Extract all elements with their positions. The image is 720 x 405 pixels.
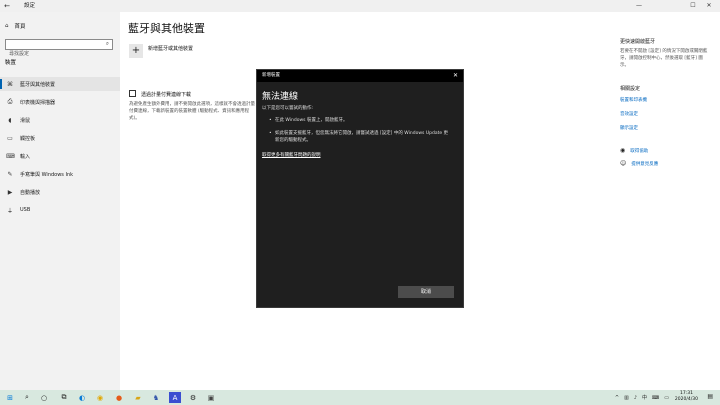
sidebar-item-touchpad[interactable]: ▭ 觸控板	[0, 131, 120, 145]
network-icon[interactable]: ▥	[624, 395, 629, 401]
clock-date: 2020/4/30	[674, 397, 698, 402]
sidebar-item-typing[interactable]: ⌨ 輸入	[0, 149, 120, 163]
autoplay-icon: ▶	[7, 188, 13, 196]
pen-icon: ✎	[7, 170, 13, 178]
sidebar-item-mouse[interactable]: ◖ 滑鼠	[0, 113, 120, 127]
app-icon[interactable]: ♞	[150, 392, 162, 403]
page-title: 藍牙與其他裝置	[128, 22, 205, 35]
sidebar-item-label: 印表機與掃描器	[20, 99, 56, 106]
add-device-label[interactable]: 新增藍牙或其他裝置	[148, 45, 193, 52]
keyboard-layout-icon[interactable]: ⌨	[652, 395, 659, 401]
sidebar-item-label: 觸控板	[20, 135, 36, 142]
sidebar-item-label: 手寫筆與 Windows Ink	[20, 171, 74, 178]
sidebar-item-label: 滑鼠	[20, 117, 31, 124]
chrome-icon[interactable]: ◉	[94, 392, 106, 403]
cancel-button[interactable]: 取消	[398, 286, 454, 298]
link-devices-printers[interactable]: 裝置和印表機	[620, 97, 710, 103]
quick-bluetooth-text: 若要在不開啟 [設定] 的情況下開啟或關閉藍牙，請開啟控制中心，然後選取 [藍牙…	[620, 49, 708, 68]
feedback-label: 提供意見反應	[631, 161, 659, 167]
taskbar: ⊞ ⌕ ○ ⧉ ◐ ◉ ● ▰ ♞ A ⚙ ▣ ^ ▥ ♪ 中 ⌨ ▭ 17:3…	[0, 390, 720, 405]
bluetooth-icon: ⌘	[7, 80, 13, 88]
close-window-button[interactable]: ✕	[698, 0, 720, 12]
back-arrow-icon[interactable]: ←	[2, 1, 12, 11]
sidebar-item-label: 藍牙與其他裝置	[20, 81, 56, 88]
taskbar-clock[interactable]: 17:31 2020/4/30	[675, 391, 698, 403]
dialog-help-link[interactable]: 取得更多有關藍牙問題的說明	[262, 152, 321, 158]
related-settings-title: 相關設定	[620, 86, 641, 92]
desktop: ← 設定 — ☐ ✕ ⌂ 首頁 ⌕ 裝置 ⌘ 藍牙與其他裝置 ⎙ 印表機與掃描器…	[0, 0, 720, 405]
link-display-settings[interactable]: 顯示設定	[620, 125, 710, 131]
sidebar-item-printers[interactable]: ⎙ 印表機與掃描器	[0, 95, 120, 109]
feedback-link[interactable]: ☺ 提供意見反應	[620, 160, 710, 167]
mouse-icon: ◖	[8, 116, 12, 124]
metered-checkbox[interactable]	[129, 90, 136, 97]
settings-gear-icon[interactable]: ⚙	[187, 392, 199, 403]
edge-icon[interactable]: ◐	[76, 392, 88, 403]
ime-icon[interactable]: 中	[642, 394, 647, 401]
sidebar-item-label: 自動播放	[20, 189, 41, 196]
minimize-button[interactable]: —	[628, 0, 650, 12]
task-view-icon[interactable]: ⧉	[58, 392, 70, 403]
touchpad-icon: ▭	[7, 134, 13, 142]
settings-search-box[interactable]: ⌕	[5, 39, 113, 59]
cortana-icon[interactable]: ○	[38, 392, 50, 403]
tray-chevron-icon[interactable]: ^	[615, 395, 619, 401]
firefox-icon[interactable]: ●	[113, 392, 125, 403]
dialog-suggestions: 在此 Windows 裝置上，開啟藍牙。 如此裝置支援藍牙，但您無法將它開啟，請…	[269, 117, 450, 150]
file-explorer-icon[interactable]: ▰	[132, 392, 144, 403]
settings-sidebar: ⌂ 首頁 ⌕ 裝置 ⌘ 藍牙與其他裝置 ⎙ 印表機與掃描器 ◖ 滑鼠 ▭ 觸控板…	[0, 12, 120, 390]
settings-search-input[interactable]	[6, 49, 98, 59]
remote-desktop-icon[interactable]: ▣	[205, 392, 217, 403]
add-device-button[interactable]: +	[129, 44, 143, 58]
window-titlebar: ← 設定 — ☐ ✕	[0, 0, 720, 12]
dialog-intro: 以下是您可以嘗試的動作:	[262, 106, 314, 111]
volume-icon[interactable]: ♪	[634, 395, 637, 401]
sidebar-item-autoplay[interactable]: ▶ 自動播放	[0, 185, 120, 199]
help-chat-icon: ◉	[620, 147, 626, 154]
link-sound-settings[interactable]: 音效設定	[620, 111, 710, 117]
dialog-titlebar: 新增裝置 ✕	[257, 70, 463, 82]
sidebar-item-label: USB	[20, 207, 31, 213]
dialog-heading: 無法連線	[262, 92, 299, 102]
feedback-icon: ☺	[620, 160, 627, 167]
home-icon: ⌂	[5, 23, 9, 29]
dialog-title: 新增裝置	[262, 73, 280, 78]
start-windows-icon[interactable]: ⊞	[4, 392, 16, 403]
metered-checkbox-label[interactable]: 透過計量付費連線下載	[141, 91, 191, 98]
get-help-label: 取得協助	[630, 148, 649, 154]
add-device-dialog: 新增裝置 ✕ 無法連線 以下是您可以嘗試的動作: 在此 Windows 裝置上，…	[257, 70, 463, 307]
sidebar-item-usb[interactable]: ⏚ USB	[0, 203, 120, 217]
usb-icon: ⏚	[6, 207, 13, 215]
keyboard-icon: ⌨	[6, 152, 15, 160]
related-pane: 更快速開啟藍牙 若要在不開啟 [設定] 的情況下開啟或關閉藍牙，請開啟控制中心，…	[620, 38, 710, 167]
search-icon[interactable]: ⌕	[106, 41, 109, 48]
sidebar-home[interactable]: ⌂ 首頁	[5, 22, 26, 30]
get-help-link[interactable]: ◉ 取得協助	[620, 147, 710, 154]
dialog-close-icon[interactable]: ✕	[453, 70, 458, 82]
window-title: 設定	[24, 3, 36, 9]
notification-icon[interactable]: ▤	[707, 393, 713, 400]
printer-icon: ⎙	[7, 98, 13, 105]
search-icon[interactable]: ⌕	[21, 392, 33, 403]
aiwen-app-icon[interactable]: A	[169, 392, 181, 403]
list-item: 如此裝置支援藍牙，但您無法將它開啟，請嘗試透過 [設定] 中的 Windows …	[269, 130, 450, 144]
battery-icon[interactable]: ▭	[664, 395, 669, 401]
quick-bluetooth-title: 更快速開啟藍牙	[620, 39, 656, 45]
sidebar-item-bluetooth[interactable]: ⌘ 藍牙與其他裝置	[0, 77, 120, 91]
metered-description: 為避免產生額外費用，請不要開啟此選項，這樣就不會透過計量付費連線，下載新裝置的裝…	[129, 102, 255, 121]
sidebar-section-label: 裝置	[5, 60, 17, 66]
list-item: 在此 Windows 裝置上，開啟藍牙。	[269, 117, 450, 124]
sidebar-item-pen[interactable]: ✎ 手寫筆與 Windows Ink	[0, 167, 120, 181]
home-label: 首頁	[14, 24, 26, 30]
sidebar-item-label: 輸入	[20, 153, 31, 160]
